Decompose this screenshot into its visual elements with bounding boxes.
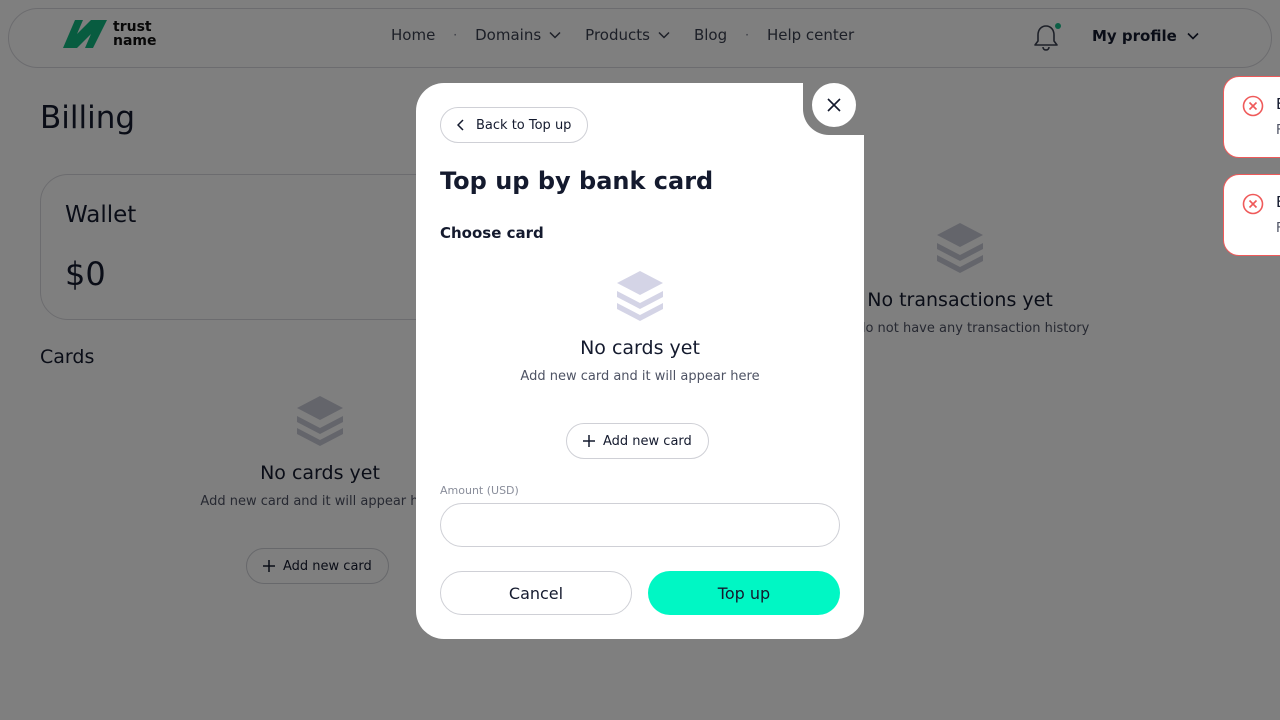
error-toast[interactable]: E F [1223, 174, 1280, 256]
top-up-modal: Back to Top up Top up by bank card Choos… [416, 82, 865, 639]
modal-empty-title: No cards yet [580, 337, 700, 359]
modal-empty-subtitle: Add new card and it will appear here [520, 369, 760, 384]
amount-label: Amount (USD) [440, 484, 519, 497]
toast-title: E [1276, 95, 1280, 113]
plus-icon [583, 435, 595, 447]
back-to-top-up-button[interactable]: Back to Top up [440, 107, 589, 143]
cancel-button[interactable]: Cancel [440, 571, 632, 615]
modal-add-new-card-button[interactable]: Add new card [566, 423, 709, 459]
choose-card-label: Choose card [440, 224, 544, 242]
error-toast[interactable]: E F [1223, 76, 1280, 158]
add-card-label: Add new card [603, 433, 692, 449]
top-up-button[interactable]: Top up [648, 571, 840, 615]
layers-icon [615, 269, 665, 325]
close-icon [827, 98, 841, 112]
toast-message: F [1276, 123, 1280, 138]
error-circle-icon [1242, 95, 1264, 121]
close-modal-button[interactable] [812, 83, 856, 127]
back-button-label: Back to Top up [476, 117, 572, 133]
error-circle-icon [1242, 193, 1264, 219]
toast-title: E [1276, 193, 1280, 211]
toast-message: F [1276, 221, 1280, 236]
amount-input[interactable] [440, 503, 840, 547]
chevron-left-icon [457, 119, 464, 131]
modal-cards-empty-state: No cards yet Add new card and it will ap… [500, 269, 780, 384]
modal-title: Top up by bank card [440, 167, 714, 195]
